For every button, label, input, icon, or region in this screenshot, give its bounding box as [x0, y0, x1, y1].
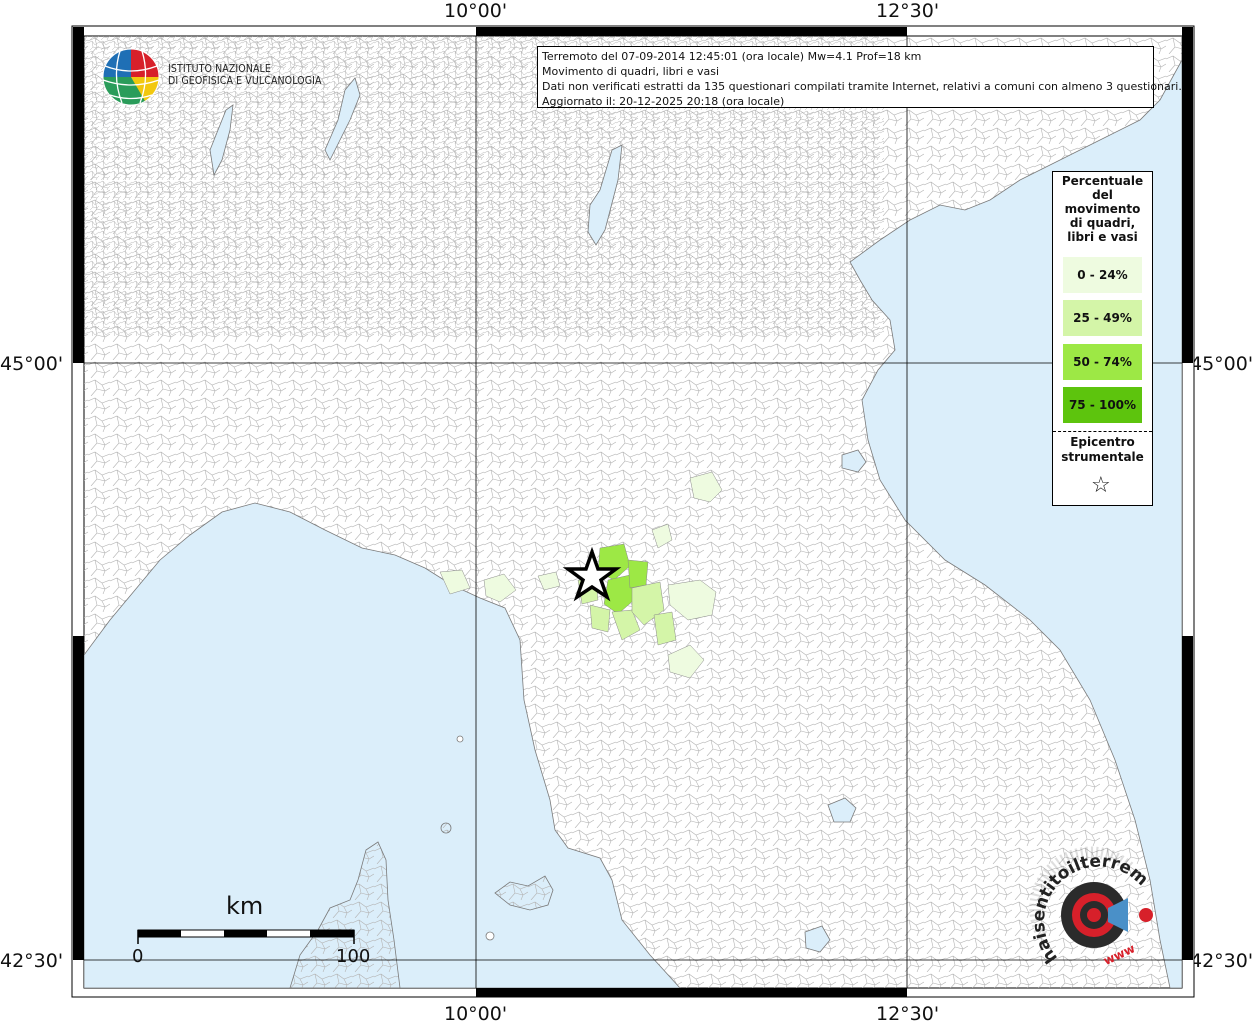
legend-title-line5: libri e vasi: [1067, 230, 1138, 244]
frame-left-mid: [73, 636, 84, 960]
legend-title-line3: movimento: [1064, 202, 1141, 216]
legend: Percentuale del movimento di quadri, lib…: [1052, 171, 1153, 506]
frame-left-top: [73, 27, 84, 363]
event-info-line2: Movimento di quadri, libri e vasi: [542, 65, 720, 78]
legend-epicenter-line2: strumentale: [1061, 450, 1144, 464]
event-info-line3: Dati non verificati estratti da 135 ques…: [542, 80, 1182, 93]
event-info-line4: Aggiornato il: 20-12-2025 20:18 (ora loc…: [542, 95, 785, 108]
frame-bottom-mid: [476, 988, 907, 997]
ingv-logo-text: ISTITUTO NAZIONALE DI GEOFISICA E VULCAN…: [168, 63, 322, 87]
legend-title-line4: di quadri,: [1069, 216, 1136, 230]
legend-epicenter-line1: Epicentro: [1070, 435, 1135, 449]
ingv-logo-line1: ISTITUTO NAZIONALE: [168, 63, 271, 75]
legend-title-line2: del: [1092, 188, 1113, 202]
intensity-map: [71, 25, 1195, 998]
frame-right-mid: [1182, 636, 1193, 960]
scale-bar-max: 100: [336, 946, 371, 967]
legend-epicenter-star-icon: ☆: [1091, 473, 1111, 498]
scale-bar-unit: km: [226, 892, 264, 920]
legend-epicenter-title: Epicentro strumentale: [1053, 435, 1152, 465]
ingv-logo-line2: DI GEOFISICA E VULCANOLOGIA: [168, 75, 322, 87]
frame-top-mid: [476, 27, 907, 36]
event-info-box: Terremoto del 07-09-2014 12:45:01 (ora l…: [537, 46, 1182, 108]
legend-class-25-49: 25 - 49%: [1063, 300, 1142, 336]
legend-class-75-100: 75 - 100%: [1063, 387, 1142, 423]
ingv-logo-globe: [102, 48, 160, 106]
legend-title: Percentuale del movimento di quadri, lib…: [1053, 174, 1152, 244]
legend-class-50-74: 50 - 74%: [1063, 344, 1142, 380]
frame-right-top: [1182, 27, 1193, 363]
legend-class-0-24: 0 - 24%: [1063, 257, 1142, 293]
scale-bar-min: 0: [132, 946, 144, 967]
event-info-line1: Terremoto del 07-09-2014 12:45:01 (ora l…: [542, 50, 922, 63]
legend-title-line1: Percentuale: [1061, 174, 1144, 188]
legend-separator: [1053, 431, 1152, 432]
